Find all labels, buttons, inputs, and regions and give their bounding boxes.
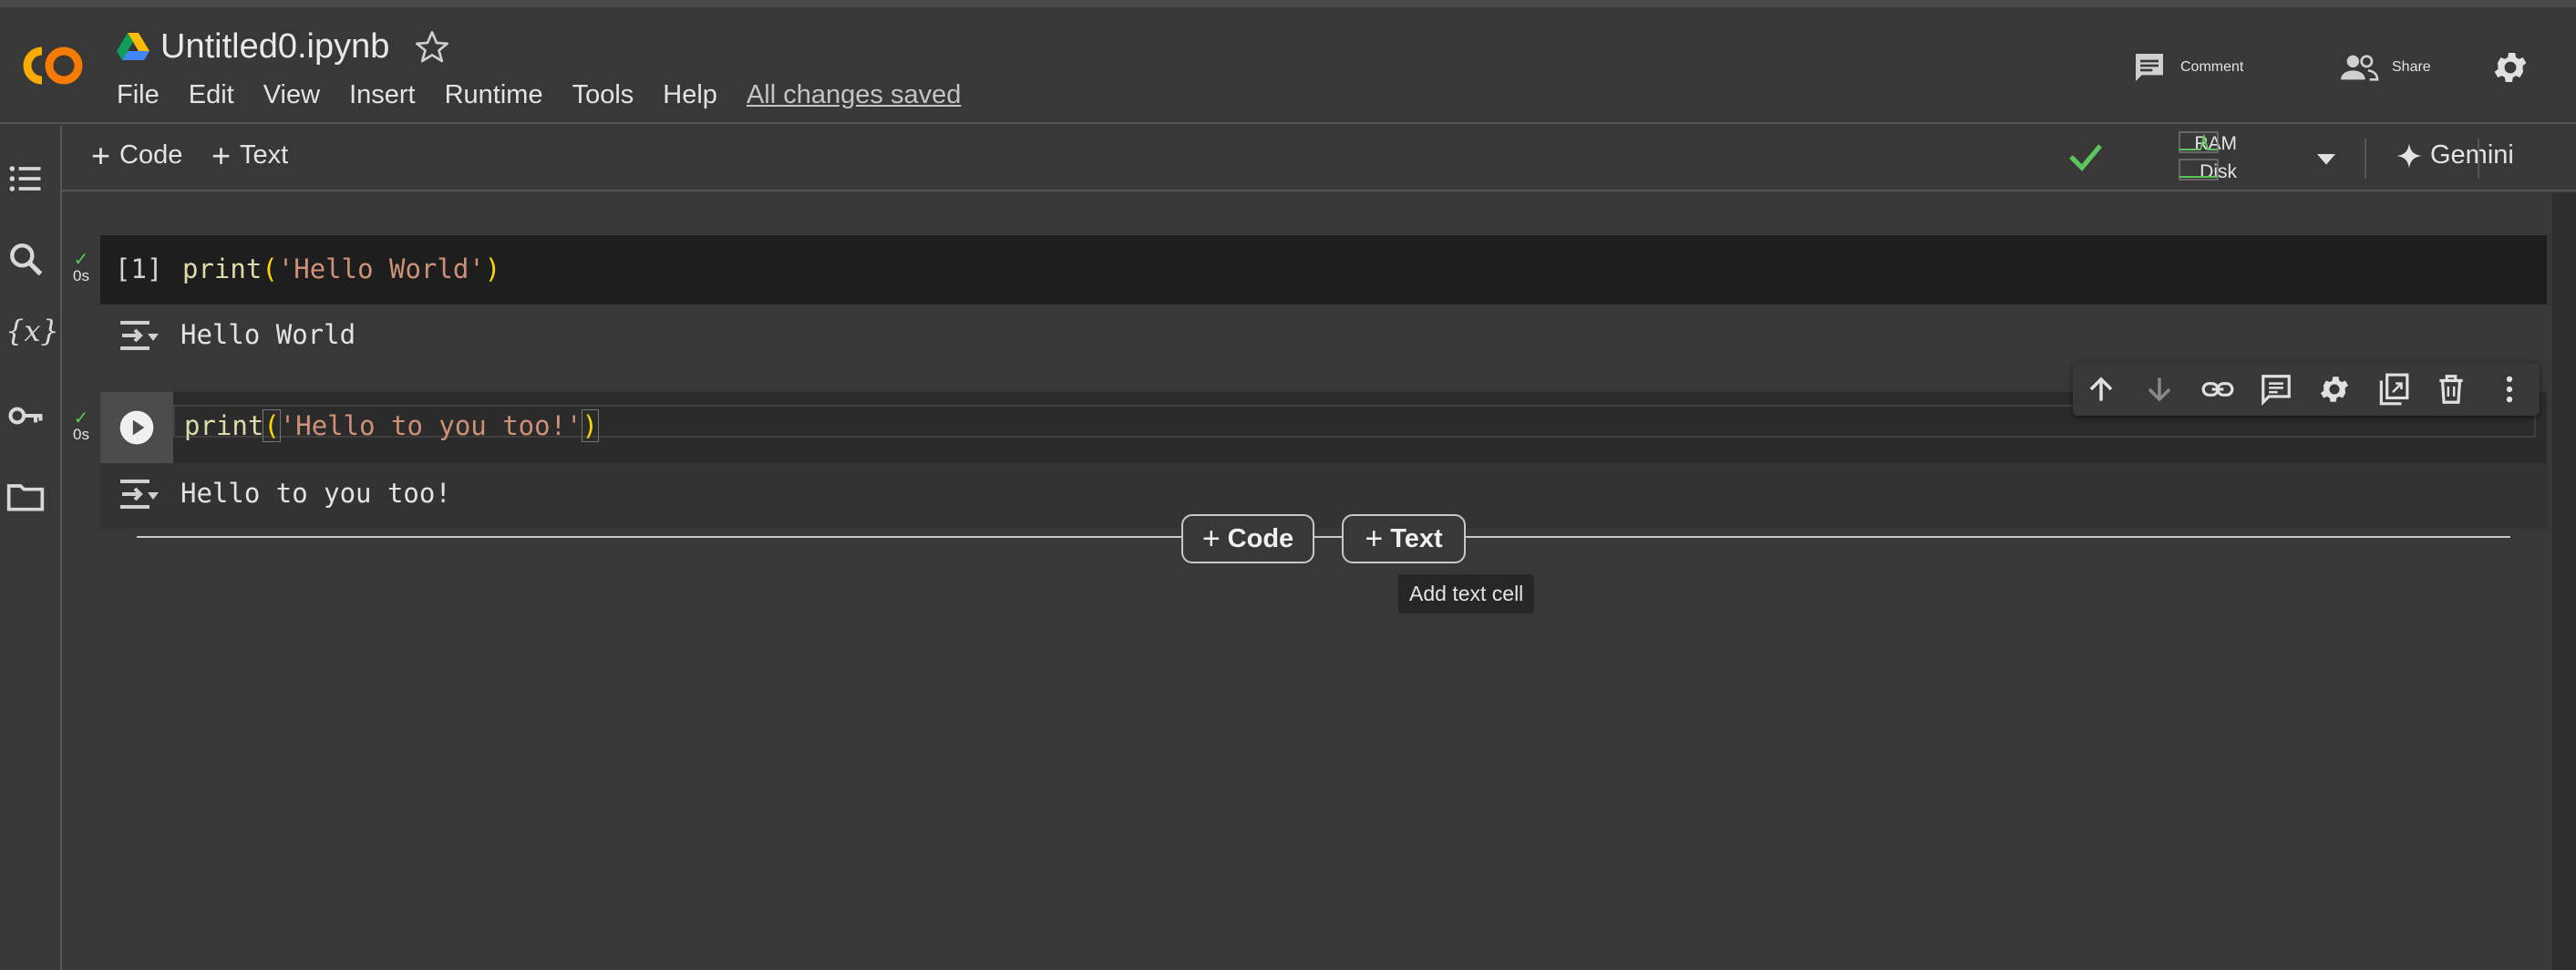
menu-bar: File Edit View Insert Runtime Tools Help… — [117, 80, 990, 110]
arrow-up-icon[interactable] — [2084, 372, 2118, 407]
sparkle-icon — [2396, 142, 2422, 169]
plus-icon: + — [1201, 521, 1221, 556]
app-header: Untitled0.ipynb File Edit View Insert Ru… — [0, 7, 2576, 124]
add-text-label: Text — [240, 140, 289, 170]
plus-icon: + — [91, 136, 111, 174]
menu-runtime[interactable]: Runtime — [445, 80, 543, 110]
code-string: 'Hello to you too!' — [279, 410, 582, 441]
notebook-toolbar: + Code + Text RAM Disk Gemini — [62, 126, 2576, 191]
code-editor[interactable]: print('Hello to you too!') — [184, 409, 600, 442]
code-string: 'Hello World' — [277, 253, 485, 284]
connected-check-icon — [2069, 144, 2102, 171]
output-text: Hello World — [180, 319, 356, 350]
code-function: print — [184, 410, 264, 441]
insert-code-label: Code — [1227, 523, 1294, 553]
left-sidebar: {𝑥} — [0, 126, 62, 970]
output-1: Hello World — [100, 304, 2547, 365]
insert-text-label: Text — [1390, 523, 1443, 553]
cell-1-duration: 0s — [73, 267, 89, 284]
code-editor[interactable]: print('Hello World') — [182, 253, 500, 284]
execution-count: [1] — [115, 253, 163, 284]
run-gutter — [100, 392, 173, 463]
success-check-icon: ✓ — [73, 408, 89, 428]
output-2: Hello to you too! — [100, 463, 2547, 529]
plus-icon: + — [1365, 521, 1384, 556]
add-cell-divider — [137, 536, 2510, 538]
code-function: print — [182, 253, 263, 284]
output-actions-icon[interactable] — [117, 476, 160, 512]
add-code-button[interactable]: + Code — [91, 136, 183, 174]
star-icon[interactable] — [414, 29, 450, 66]
folder-icon[interactable] — [5, 476, 46, 516]
code-cell-1[interactable]: [1] print('Hello World') — [100, 235, 2547, 304]
key-icon[interactable] — [5, 396, 46, 436]
cell-2-run-status: ✓ 0s — [67, 408, 95, 443]
comment-icon[interactable] — [2259, 372, 2293, 407]
insert-text-cell-button[interactable]: + Text — [1342, 514, 1466, 563]
scrollbar[interactable] — [2552, 193, 2576, 970]
link-icon[interactable] — [2200, 372, 2235, 407]
output-actions-icon[interactable] — [117, 317, 160, 354]
people-icon — [2341, 55, 2379, 81]
comment-icon — [2136, 54, 2163, 81]
chevron-up-icon[interactable] — [2571, 139, 2576, 179]
cell-1-run-status: ✓ 0s — [67, 250, 95, 284]
comment-label: Comment — [2180, 59, 2244, 75]
add-text-button[interactable]: + Text — [211, 136, 289, 174]
gemini-label: Gemini — [2430, 140, 2514, 170]
chevron-down-icon[interactable] — [2308, 140, 2344, 177]
add-code-label: Code — [119, 140, 183, 170]
output-text: Hello to you too! — [180, 478, 451, 509]
menu-file[interactable]: File — [117, 80, 160, 110]
cell-2-duration: 0s — [73, 426, 89, 443]
share-button[interactable]: Share — [2339, 49, 2431, 86]
toolbar-divider — [2478, 139, 2479, 179]
success-check-icon: ✓ — [73, 250, 89, 270]
toolbar-divider — [2365, 139, 2366, 179]
ram-usage-graph — [2179, 131, 2219, 153]
trash-icon[interactable] — [2434, 372, 2468, 407]
menu-edit[interactable]: Edit — [189, 80, 234, 110]
table-of-contents-icon[interactable] — [5, 159, 46, 199]
disk-usage-graph — [2179, 159, 2219, 181]
colab-logo-icon[interactable] — [13, 38, 88, 93]
variables-icon[interactable]: {𝑥} — [5, 314, 60, 354]
more-vert-icon[interactable] — [2492, 372, 2527, 407]
plus-icon: + — [211, 136, 232, 174]
insert-code-cell-button[interactable]: + Code — [1181, 514, 1314, 563]
share-label: Share — [2392, 59, 2431, 75]
play-icon[interactable] — [118, 409, 155, 446]
menu-view[interactable]: View — [263, 80, 320, 110]
arrow-down-icon[interactable] — [2142, 372, 2177, 407]
comment-button[interactable]: Comment — [2131, 49, 2243, 86]
menu-insert[interactable]: Insert — [349, 80, 416, 110]
window-top-strip — [0, 0, 2576, 7]
gear-icon[interactable] — [2317, 372, 2352, 407]
tooltip: Add text cell — [1398, 574, 1535, 614]
save-status-link[interactable]: All changes saved — [747, 80, 961, 110]
mirror-cell-icon[interactable] — [2375, 372, 2410, 407]
gemini-button[interactable]: Gemini — [2396, 140, 2514, 170]
menu-help[interactable]: Help — [663, 80, 717, 110]
cell-toolbar — [2073, 363, 2540, 416]
notebook-title[interactable]: Untitled0.ipynb — [160, 27, 389, 67]
menu-tools[interactable]: Tools — [572, 80, 634, 110]
google-drive-icon[interactable] — [117, 31, 149, 60]
settings-gear-icon[interactable] — [2490, 47, 2530, 88]
search-icon[interactable] — [5, 239, 46, 279]
